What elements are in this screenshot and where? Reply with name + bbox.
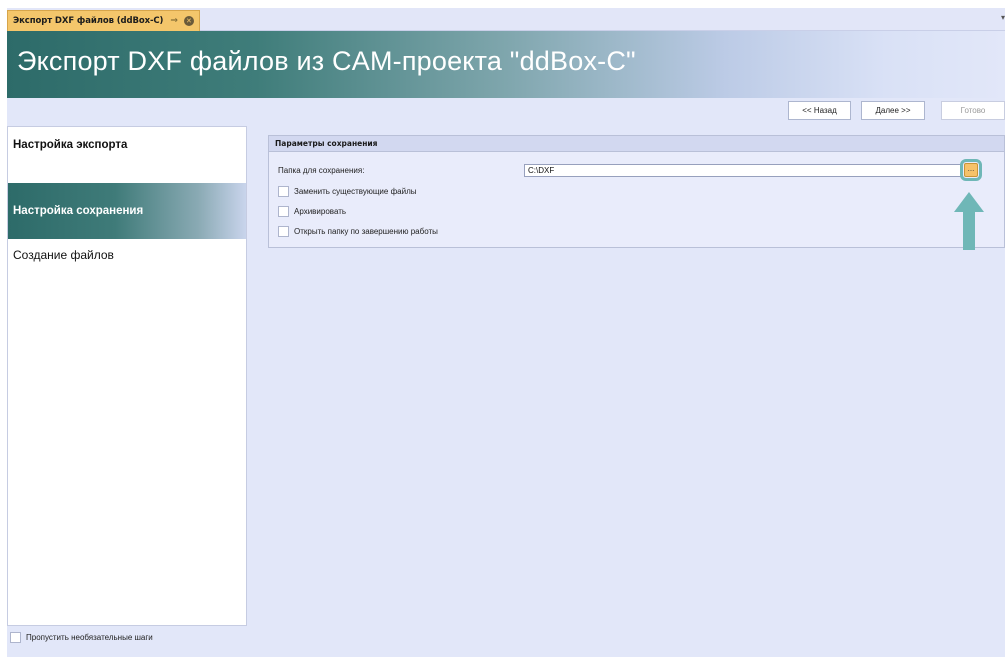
replace-existing-option[interactable]: Заменить существующие файлы [278, 186, 417, 197]
save-folder-input[interactable] [524, 164, 962, 177]
open-folder-checkbox[interactable] [278, 226, 289, 237]
archive-label: Архивировать [294, 207, 347, 216]
skip-optional-option[interactable]: Пропустить необязательные шаги [10, 632, 153, 643]
save-folder-label: Папка для сохранения: [278, 166, 365, 175]
wizard-body: Экспорт DXF файлов из CAM-проекта "ddBox… [7, 31, 1005, 657]
pointer-arrow-icon [954, 192, 984, 250]
export-wizard-window: Экспорт DXF файлов (ddBox-C) ⇒ ✕ ▾ Экспо… [0, 0, 1005, 657]
step-save-settings[interactable]: Настройка сохранения [8, 183, 246, 239]
skip-optional-checkbox[interactable] [10, 632, 21, 643]
save-parameters-header: Параметры сохранения [269, 136, 1004, 152]
skip-optional-label: Пропустить необязательные шаги [26, 633, 153, 642]
archive-option[interactable]: Архивировать [278, 206, 346, 217]
save-parameters-group: Параметры сохранения Папка для сохранени… [268, 135, 1005, 248]
document-tab-strip: Экспорт DXF файлов (ddBox-C) ⇒ ✕ ▾ [7, 8, 1005, 31]
close-icon[interactable]: ✕ [183, 16, 194, 26]
replace-existing-label: Заменить существующие файлы [294, 187, 417, 196]
document-tab-label: Экспорт DXF файлов (ddBox-C) [13, 16, 164, 26]
open-folder-label: Открыть папку по завершению работы [294, 227, 438, 236]
wizard-steps-list: Настройка экспорта Настройка сохранения … [7, 126, 247, 626]
back-button[interactable]: << Назад [788, 101, 851, 120]
step-export-settings[interactable]: Настройка экспорта [8, 127, 246, 183]
replace-existing-checkbox[interactable] [278, 186, 289, 197]
archive-checkbox[interactable] [278, 206, 289, 217]
page-title: Экспорт DXF файлов из CAM-проекта "ddBox… [17, 46, 636, 76]
open-folder-option[interactable]: Открыть папку по завершению работы [278, 226, 438, 237]
finish-button[interactable]: Готово [941, 101, 1005, 120]
tab-list-dropdown-icon[interactable]: ▾ [1001, 13, 1005, 22]
browse-folder-button[interactable]: ... [964, 163, 978, 177]
wizard-banner: Экспорт DXF файлов из CAM-проекта "ddBox… [7, 31, 1005, 98]
next-button[interactable]: Далее >> [861, 101, 925, 120]
pin-icon[interactable]: ⇒ [170, 16, 178, 26]
document-tab[interactable]: Экспорт DXF файлов (ddBox-C) ⇒ ✕ [7, 10, 200, 31]
step-create-files[interactable]: Создание файлов [8, 239, 246, 269]
